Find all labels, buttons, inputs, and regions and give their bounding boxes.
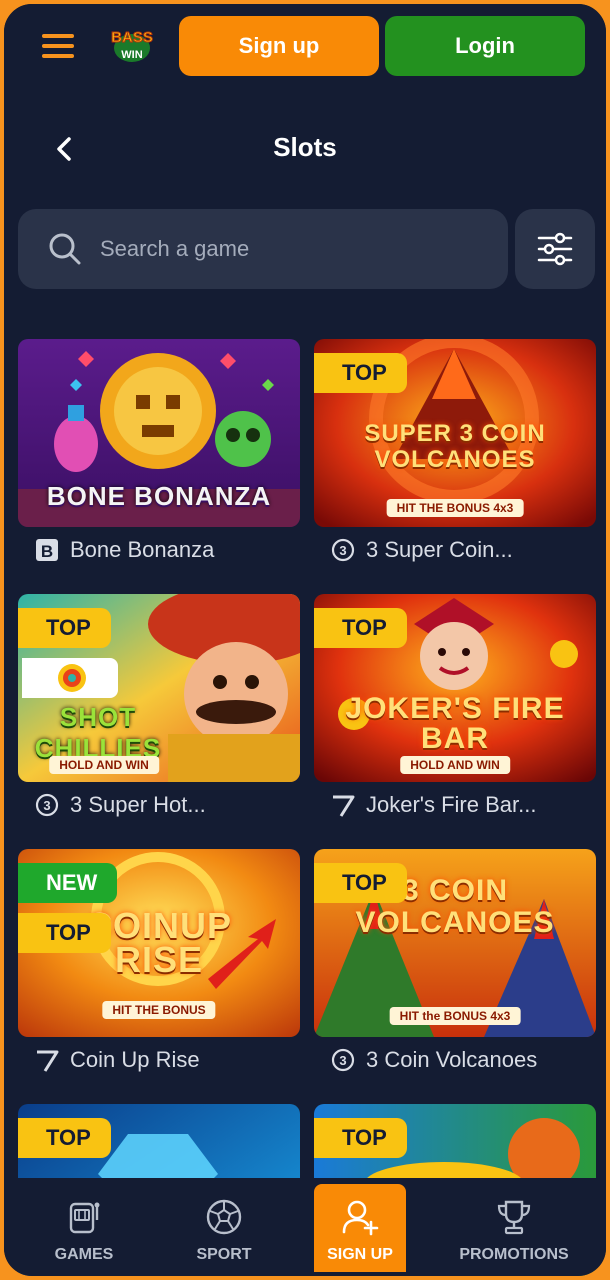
game-art-subtitle: HIT THE BONUS 4x3 [386, 499, 524, 517]
game-card[interactable]: BONE BONANZA B Bone Bonanza [18, 339, 300, 565]
svg-text:3: 3 [339, 1053, 346, 1068]
provider-3oaks-icon: 3 [35, 793, 59, 817]
game-card[interactable]: SHOT CHILLIES HOLD AND WIN TOP 3 3 Super… [18, 594, 300, 820]
game-art-title: JOKER'S FIRE BAR [345, 692, 565, 755]
filter-button[interactable] [515, 209, 595, 289]
game-thumbnail[interactable]: COINUP RISE HIT THE BONUS NEW TOP [18, 849, 300, 1037]
top-badge: TOP [18, 608, 111, 648]
game-art-subtitle: HOLD AND WIN [400, 756, 510, 774]
svg-text:B: B [41, 542, 53, 561]
game-title: 3 Super Hot... [70, 792, 206, 817]
svg-text:BASS: BASS [111, 29, 153, 46]
soccer-ball-icon [206, 1199, 242, 1235]
top-badge: TOP [18, 913, 111, 953]
game-thumbnail[interactable]: 3 COIN VOLCANOES HIT the BONUS 4x3 TOP [314, 849, 596, 1037]
trophy-icon [497, 1200, 531, 1235]
provider-3oaks-icon: 3 [331, 1048, 355, 1072]
game-title-row: Joker's Fire Bar... [314, 790, 596, 820]
bottom-navigation: GAMES SPORT SIGN UP PROMOTIONS [4, 1178, 606, 1276]
game-title-row: B Bone Bonanza [18, 535, 300, 565]
game-title-row: 3 3 Coin Volcanoes [314, 1045, 596, 1075]
top-badge: TOP [18, 1118, 111, 1158]
game-title: Bone Bonanza [70, 537, 215, 562]
game-thumbnail[interactable]: SUPER 3 COIN VOLCANOES HIT THE BONUS 4x3… [314, 339, 596, 527]
add-user-icon [342, 1200, 379, 1236]
game-card[interactable]: 3 COIN VOLCANOES HIT the BONUS 4x3 TOP 3… [314, 849, 596, 1075]
svg-text:3: 3 [43, 798, 50, 813]
slot-machine-icon [69, 1202, 100, 1234]
provider-seven-icon [333, 795, 355, 817]
search-bar [18, 209, 508, 289]
svg-text:3: 3 [339, 543, 346, 558]
game-art-title: BONE BONANZA [46, 481, 272, 511]
top-badge: TOP [314, 863, 407, 903]
top-badge: TOP [314, 353, 407, 393]
game-title-row: Coin Up Rise [18, 1045, 300, 1075]
provider-3oaks-icon: 3 [331, 538, 355, 562]
search-icon [49, 233, 81, 265]
game-card[interactable]: JOKER'S FIRE BAR HOLD AND WIN TOP Joker'… [314, 594, 596, 820]
game-title: Joker's Fire Bar... [366, 792, 537, 817]
nav-games-label: GAMES [54, 1246, 114, 1263]
signup-button[interactable]: Sign up [179, 16, 379, 76]
nav-games[interactable]: GAMES [32, 1184, 136, 1272]
nav-sport[interactable]: SPORT [172, 1184, 276, 1272]
app-frame: BASS WIN Sign up Login Slots Search a ga… [2, 2, 608, 1278]
provider-b-icon: B [36, 539, 58, 561]
game-art-subtitle: HIT the BONUS 4x3 [389, 1007, 521, 1025]
nav-sport-label: SPORT [196, 1246, 252, 1263]
game-title-row: 3 3 Super Coin... [314, 535, 596, 565]
wheel-icon [58, 664, 86, 692]
logo[interactable]: BASS WIN [100, 24, 164, 64]
new-badge: NEW [18, 863, 118, 903]
login-button[interactable]: Login [385, 16, 585, 76]
filter-sliders-icon [537, 232, 573, 266]
nav-signup[interactable]: SIGN UP [314, 1184, 406, 1272]
game-art-subtitle: HIT THE BONUS [102, 1001, 216, 1019]
top-badge: TOP [314, 608, 407, 648]
game-art-subtitle: HOLD AND WIN [49, 756, 159, 774]
game-title: 3 Coin Volcanoes [366, 1047, 538, 1072]
game-title: Coin Up Rise [70, 1047, 200, 1072]
game-thumbnail[interactable]: SHOT CHILLIES HOLD AND WIN TOP [18, 594, 300, 782]
nav-signup-label: SIGN UP [327, 1246, 393, 1263]
svg-text:WIN: WIN [121, 49, 142, 61]
provider-seven-icon [37, 1050, 59, 1072]
game-thumbnail[interactable]: JOKER'S FIRE BAR HOLD AND WIN TOP [314, 594, 596, 782]
search-input[interactable] [100, 236, 460, 262]
nav-promotions-label: PROMOTIONS [459, 1246, 569, 1263]
game-art-title: SUPER 3 COIN VOLCANOES [364, 420, 546, 473]
top-header: BASS WIN Sign up Login [4, 4, 606, 90]
nav-promotions[interactable]: PROMOTIONS [452, 1184, 576, 1272]
page-title: Slots [273, 132, 337, 162]
game-title: 3 Super Coin... [366, 537, 513, 562]
menu-icon[interactable] [42, 34, 76, 60]
top-badge: TOP [314, 1118, 407, 1158]
game-art-title: SHOT CHILLIES [34, 702, 162, 763]
game-card[interactable]: SUPER 3 COIN VOLCANOES HIT THE BONUS 4x3… [314, 339, 596, 565]
game-card[interactable]: COINUP RISE HIT THE BONUS NEW TOP Coin U… [18, 849, 300, 1075]
game-title-row: 3 3 Super Hot... [18, 790, 300, 820]
game-thumbnail[interactable]: BONE BONANZA [18, 339, 300, 527]
